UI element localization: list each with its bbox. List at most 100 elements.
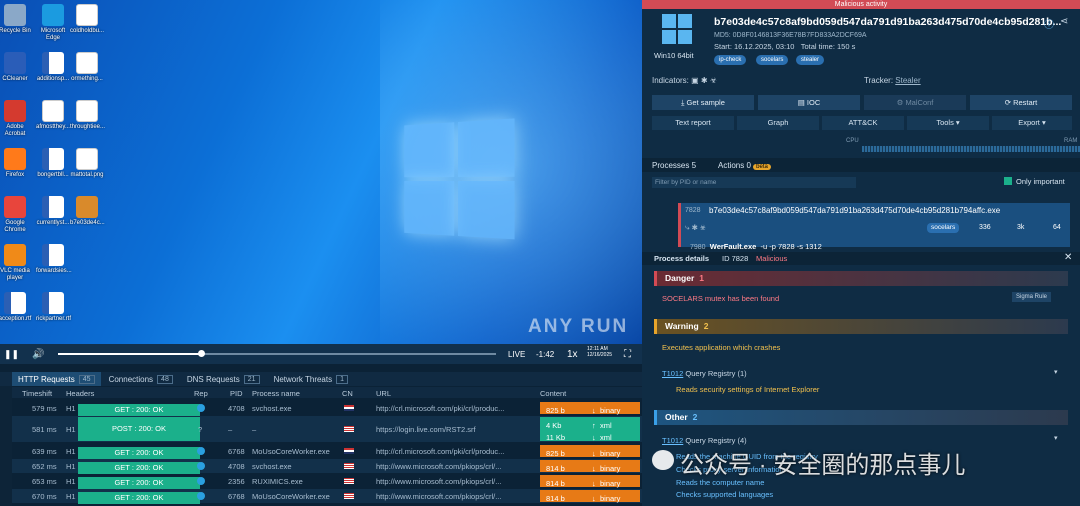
- http-version: H1: [66, 462, 76, 471]
- os-label: Win10 64bit: [654, 51, 694, 60]
- desktop-icon[interactable]: b7e03de4c...: [70, 196, 105, 227]
- file-icon: [76, 4, 98, 26]
- restart-button[interactable]: ⟳ Restart: [970, 95, 1072, 110]
- info-icon[interactable]: ⓘ: [1044, 16, 1054, 31]
- other-section[interactable]: Other 2: [654, 410, 1068, 425]
- desktop-icon[interactable]: currentlyst...: [36, 196, 70, 227]
- desktop-icon[interactable]: coldholdbu...: [70, 4, 104, 35]
- process-name: b7e03de4c57c8af9bd059d547da791d91ba263d4…: [709, 206, 1001, 215]
- attck-button[interactable]: ATT&CK: [822, 116, 904, 130]
- tools-button[interactable]: Tools ▾: [907, 116, 989, 130]
- process-name: svchost.exe: [252, 462, 292, 471]
- desktop-icon[interactable]: ormething...: [70, 52, 104, 83]
- t1012-row-2[interactable]: T1012 Query Registry (4): [662, 436, 747, 445]
- desktop-icon[interactable]: mattotal.png: [70, 148, 104, 179]
- desktop-icon[interactable]: rickpartner.rtf: [36, 292, 71, 323]
- url: http://crl.microsoft.com/pki/crl/produc.…: [376, 447, 505, 456]
- col-cn[interactable]: CN: [342, 389, 353, 398]
- export-button[interactable]: Export ▾: [992, 116, 1072, 130]
- ioc-button[interactable]: ▤ IOC: [758, 95, 860, 110]
- desktop-icon[interactable]: afmostthey...: [36, 100, 70, 131]
- get-sample-button[interactable]: ⤓ Get sample: [652, 95, 754, 110]
- file-icon: [4, 4, 26, 26]
- col-url[interactable]: URL: [376, 389, 391, 398]
- graph-button[interactable]: Graph: [737, 116, 819, 130]
- network-table-header: Timeshift Headers Rep PID Process name C…: [12, 387, 642, 398]
- sigma-rule-badge[interactable]: Sigma Rule: [1012, 292, 1052, 302]
- country-flag-icon: [344, 405, 354, 411]
- tracker-link[interactable]: Stealer: [895, 76, 920, 85]
- network-tab[interactable]: DNS Requests 21: [181, 372, 266, 386]
- desktop-icon[interactable]: Firefox: [0, 148, 32, 179]
- tab-processes[interactable]: Processes 5: [652, 161, 696, 170]
- chevron-down-icon[interactable]: ▾: [1054, 434, 1058, 442]
- table-row[interactable]: 652 ms H1 GET : 200: OK 4708 svchost.exe http…: [12, 459, 642, 474]
- desktop-icon[interactable]: CCleaner: [0, 52, 32, 83]
- file-icon: [76, 148, 98, 170]
- tab-actions[interactable]: Actions 0 beta: [718, 161, 771, 170]
- col-rep[interactable]: Rep: [194, 389, 208, 398]
- fullscreen-icon[interactable]: ⛶: [624, 349, 631, 360]
- timeline-slider[interactable]: [58, 350, 496, 357]
- tag-stealer[interactable]: stealer: [796, 55, 825, 65]
- process-filter-input[interactable]: Filter by PID or name: [652, 177, 856, 188]
- table-row[interactable]: 579 ms H1 GET : 200: OK 4708 svchost.exe http…: [12, 401, 642, 416]
- indicator-icons[interactable]: ▣ ✱ ☣: [691, 76, 717, 85]
- warning-section[interactable]: Warning 2: [654, 319, 1068, 334]
- close-icon[interactable]: ✕: [1064, 252, 1072, 263]
- danger-section[interactable]: Danger 1: [654, 271, 1068, 286]
- share-icon[interactable]: ⋖: [1060, 16, 1068, 27]
- process-action-icons[interactable]: ⤷ ✱ ☣: [685, 223, 706, 233]
- table-row[interactable]: 639 ms H1 GET : 200: OK 6768 MoUsoCoreWorker…: [12, 444, 642, 459]
- live-label[interactable]: LIVE: [508, 350, 525, 359]
- desktop-icon[interactable]: VLC media player: [0, 244, 32, 282]
- table-row[interactable]: 670 ms H1 GET : 200: OK 6768 MoUsoCoreWorker…: [12, 489, 642, 504]
- desktop-icon[interactable]: Google Chrome: [0, 196, 32, 234]
- desktop-icon[interactable]: throughtiee...: [70, 100, 105, 131]
- desktop-icon[interactable]: forwardsies...: [36, 244, 72, 275]
- sample-hash[interactable]: b7e03de4c57c8af9bd059d547da791d91ba263d4…: [714, 16, 1061, 28]
- col-headers[interactable]: Headers: [66, 389, 94, 398]
- col-process[interactable]: Process name: [252, 389, 300, 398]
- child-process-row[interactable]: 7980 WerFault.exe -u -p 7828 -s 1312: [690, 242, 822, 251]
- desktop-icon[interactable]: Microsoft Edge: [36, 4, 70, 42]
- resource-graph: CPU RAM: [652, 136, 1080, 156]
- vm-desktop[interactable]: Recycle Bin Microsoft Edge coldholdbu... CC…: [0, 0, 642, 344]
- desktop-icon-label: forwardsies...: [36, 268, 72, 274]
- desktop-icon-label: currentlyst...: [36, 220, 70, 226]
- url: http://crl.microsoft.com/pki/crl/produc.…: [376, 404, 505, 413]
- col-pid[interactable]: PID: [230, 389, 243, 398]
- network-tab[interactable]: HTTP Requests 45: [12, 372, 101, 386]
- desktop-icon[interactable]: Adobe Acrobat: [0, 100, 32, 138]
- desktop-icon-label: additionsp...: [36, 76, 70, 82]
- http-version: H1: [66, 492, 76, 501]
- col-content[interactable]: Content: [540, 389, 566, 398]
- desktop-icon-label: mattotal.png: [70, 172, 104, 178]
- col-timeshift[interactable]: Timeshift: [22, 389, 52, 398]
- desktop-icon[interactable]: Recycle Bin: [0, 4, 32, 35]
- chevron-down-icon[interactable]: ▾: [1054, 368, 1058, 376]
- app-icon: [4, 100, 26, 122]
- overlay-watermark: 公众号 · 安全圈的那点事儿: [680, 452, 966, 479]
- desktop-icon[interactable]: bongertbll...: [36, 148, 70, 179]
- pause-icon[interactable]: ❚❚: [4, 349, 19, 360]
- desktop-icon[interactable]: acception.rtf: [0, 292, 32, 323]
- timeshift: 639 ms: [32, 447, 57, 456]
- left-toolbar: [0, 372, 12, 506]
- malconf-button[interactable]: ⚙ MalConf: [864, 95, 966, 110]
- table-row[interactable]: 581 ms H1 POST : 200: OK? – – https://login.l…: [12, 416, 642, 442]
- volume-icon[interactable]: 🔊: [32, 349, 44, 360]
- url: https://login.live.com/RST2.srf: [376, 425, 476, 434]
- process-row[interactable]: 7828 b7e03de4c57c8af9bd059d547da791d91ba…: [678, 203, 1070, 247]
- reputation-ok-icon: [197, 462, 205, 470]
- network-tab[interactable]: Connections 48: [103, 372, 179, 386]
- t1012-row-1[interactable]: T1012 Query Registry (1): [662, 369, 747, 378]
- only-important-checkbox[interactable]: Only important: [1004, 177, 1065, 186]
- network-tab[interactable]: Network Threats 1: [268, 372, 354, 386]
- speed-label[interactable]: 1x: [567, 349, 578, 360]
- text-report-button[interactable]: Text report: [652, 116, 734, 130]
- tag-ip-check[interactable]: ip-check: [714, 55, 747, 65]
- tag-socelars[interactable]: socelars: [756, 55, 789, 65]
- table-row[interactable]: 653 ms H1 GET : 200: OK 2356 RUXIMICS.exe htt…: [12, 474, 642, 489]
- desktop-icon[interactable]: additionsp...: [36, 52, 70, 83]
